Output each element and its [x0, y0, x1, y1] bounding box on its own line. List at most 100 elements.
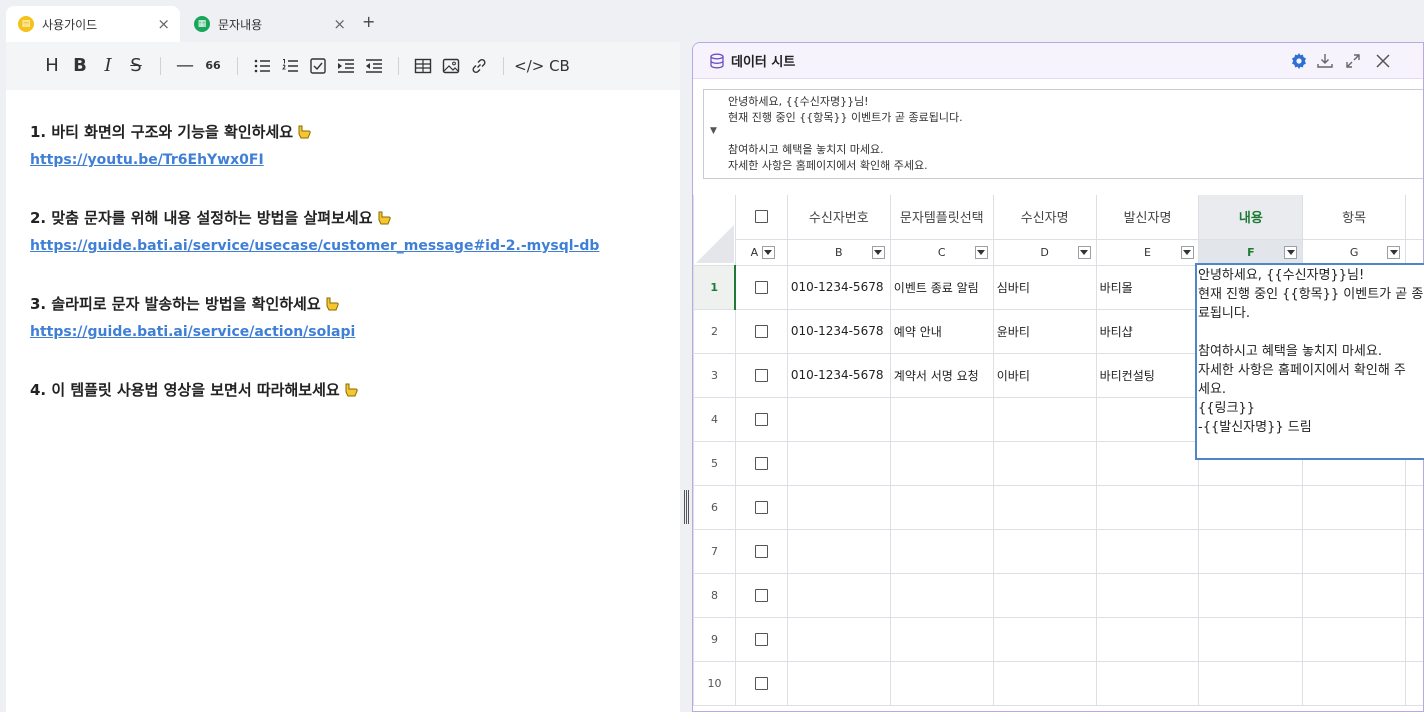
table-row[interactable]: 8	[693, 572, 1423, 618]
cell-item[interactable]	[1302, 616, 1406, 662]
row-checkbox[interactable]	[754, 501, 768, 514]
cell-recipient-name[interactable]	[992, 484, 1097, 530]
cell-item[interactable]	[1302, 660, 1406, 706]
cell-recipient-number[interactable]	[786, 440, 891, 486]
table-row[interactable]: 9	[693, 616, 1423, 662]
bullet-list-button[interactable]	[248, 57, 276, 75]
column-letter-b[interactable]: B	[786, 238, 891, 266]
cell-content[interactable]	[1198, 572, 1304, 618]
heading-button[interactable]: H	[38, 55, 66, 77]
cell-sender-name[interactable]	[1095, 572, 1200, 618]
row-checkbox[interactable]	[754, 589, 768, 602]
row-number[interactable]: 6	[693, 484, 736, 530]
task-list-button[interactable]	[304, 57, 332, 75]
cell-recipient-name[interactable]	[992, 572, 1097, 618]
cell-recipient-number[interactable]	[786, 616, 891, 662]
cell-template-select[interactable]: 계약서 서명 요청	[889, 352, 994, 398]
header-cell-item[interactable]: 항목	[1302, 195, 1406, 240]
header-checkbox-cell[interactable]	[734, 195, 788, 240]
select-all-corner[interactable]	[693, 195, 736, 266]
row-checkbox-cell[interactable]	[734, 308, 788, 354]
header-cell-sender-name[interactable]: 발신자명	[1095, 195, 1200, 240]
cell-content[interactable]	[1198, 616, 1304, 662]
cell-content[interactable]	[1198, 484, 1304, 530]
table-button[interactable]	[409, 57, 437, 75]
cell-item[interactable]	[1302, 528, 1406, 574]
cell-recipient-name[interactable]	[992, 616, 1097, 662]
cell-template-select[interactable]	[889, 572, 994, 618]
settings-button[interactable]	[1289, 51, 1309, 71]
image-button[interactable]	[437, 57, 465, 75]
row-checkbox-cell[interactable]	[734, 396, 788, 442]
filter-dropdown-icon[interactable]	[761, 245, 775, 259]
filter-dropdown-icon[interactable]	[1077, 245, 1091, 259]
cell-recipient-number[interactable]: 010-1234-5678	[786, 352, 891, 398]
message-preview-box[interactable]: ▼ 안녕하세요, {{수신자명}}님! 현재 진행 중인 {{항목}} 이벤트가…	[703, 89, 1423, 179]
cell-sender-name[interactable]	[1095, 616, 1200, 662]
row-number[interactable]: 10	[693, 660, 736, 706]
cell-recipient-name[interactable]: 심바티	[992, 264, 1097, 310]
column-letter-d[interactable]: D	[992, 238, 1097, 266]
quote-button[interactable]: 66	[199, 55, 227, 77]
cell-recipient-name[interactable]	[992, 528, 1097, 574]
guide-item-link[interactable]: https://guide.bati.ai/service/action/sol…	[30, 320, 670, 344]
header-cell-template-select[interactable]: 문자템플릿선택	[889, 195, 994, 240]
outdent-button[interactable]	[360, 57, 388, 75]
link-button[interactable]	[465, 57, 493, 75]
cell-template-select[interactable]: 예약 안내	[889, 308, 994, 354]
row-checkbox[interactable]	[754, 545, 768, 558]
panel-resize-handle[interactable]	[683, 490, 689, 524]
row-number[interactable]: 8	[693, 572, 736, 618]
close-panel-button[interactable]	[1373, 51, 1393, 71]
cell-recipient-number[interactable]	[786, 484, 891, 530]
row-number[interactable]: 7	[693, 528, 736, 574]
cell-sender-name[interactable]	[1095, 528, 1200, 574]
cell-recipient-name[interactable]: 윤바티	[992, 308, 1097, 354]
cell-recipient-name[interactable]	[992, 396, 1097, 442]
cell-recipient-name[interactable]: 이바티	[992, 352, 1097, 398]
filter-dropdown-icon[interactable]	[1180, 245, 1194, 259]
row-checkbox[interactable]	[754, 457, 768, 470]
filter-dropdown-icon[interactable]	[1387, 245, 1401, 259]
guide-item-link[interactable]: https://guide.bati.ai/service/usecase/cu…	[30, 234, 670, 258]
collapse-arrow-icon[interactable]: ▼	[710, 126, 717, 136]
cell-sender-name[interactable]: 바티몰	[1095, 264, 1200, 310]
indent-button[interactable]	[332, 57, 360, 75]
column-letter-c[interactable]: C	[889, 238, 994, 266]
cell-recipient-number[interactable]: 010-1234-5678	[786, 308, 891, 354]
cell-content[interactable]	[1198, 528, 1304, 574]
header-cell-recipient-name[interactable]: 수신자명	[992, 195, 1097, 240]
tab-message-content[interactable]: ▦ 문자내용 ×	[186, 6, 356, 42]
strikethrough-button[interactable]: S	[122, 55, 150, 77]
row-checkbox-cell[interactable]	[734, 528, 788, 574]
filter-dropdown-icon[interactable]	[871, 245, 885, 259]
table-row[interactable]: 7	[693, 528, 1423, 574]
cell-sender-name[interactable]	[1095, 396, 1200, 442]
row-number[interactable]: 9	[693, 616, 736, 662]
code-block-button[interactable]: </> CB	[514, 55, 570, 77]
row-number[interactable]: 1	[693, 264, 737, 310]
column-letter-f[interactable]: F	[1198, 238, 1304, 266]
add-tab-button[interactable]: +	[362, 14, 375, 30]
select-all-checkbox[interactable]	[754, 210, 768, 224]
row-number[interactable]: 4	[693, 396, 736, 442]
header-cell-content[interactable]: 내용	[1198, 195, 1304, 240]
row-checkbox[interactable]	[754, 413, 768, 426]
row-checkbox[interactable]	[754, 369, 768, 382]
guide-item-link[interactable]: https://youtu.be/Tr6EhYwx0FI	[30, 148, 670, 172]
row-checkbox-cell[interactable]	[734, 660, 788, 706]
column-letter-g[interactable]: G	[1302, 238, 1406, 266]
cell-template-select[interactable]: 이벤트 종료 알림	[889, 264, 994, 310]
cell-sender-name[interactable]: 바티컨설팅	[1095, 352, 1200, 398]
download-button[interactable]	[1315, 51, 1335, 71]
row-checkbox[interactable]	[755, 281, 769, 294]
column-letter-e[interactable]: E	[1095, 238, 1200, 266]
row-checkbox[interactable]	[754, 325, 768, 338]
cell-item[interactable]	[1302, 484, 1406, 530]
row-checkbox-cell[interactable]	[734, 264, 788, 310]
table-row[interactable]: 10	[693, 660, 1423, 706]
tab-user-guide[interactable]: ▤ 사용가이드 ×	[6, 6, 180, 42]
table-row[interactable]: 6	[693, 484, 1423, 530]
horizontal-rule-button[interactable]: —	[171, 55, 199, 77]
header-cell-recipient-number[interactable]: 수신자번호	[786, 195, 891, 240]
